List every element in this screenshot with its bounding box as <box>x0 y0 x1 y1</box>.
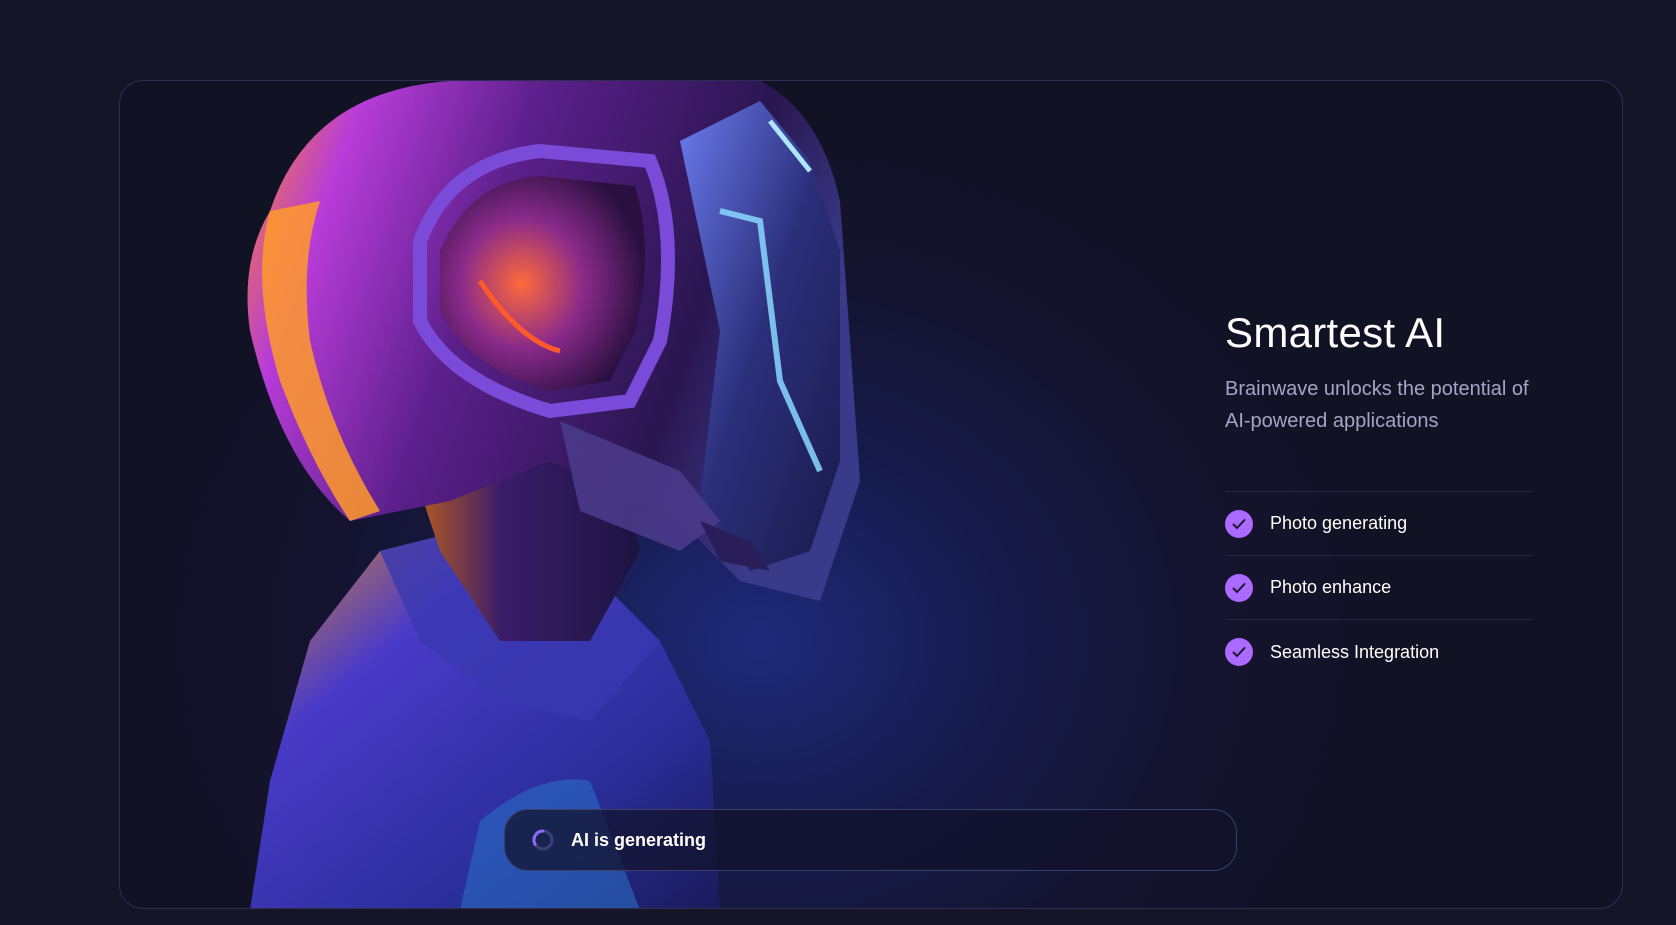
hero-card: Smartest AI Brainwave unlocks the potent… <box>119 80 1623 909</box>
ai-status-bar: AI is generating <box>504 809 1237 871</box>
features-panel: Smartest AI Brainwave unlocks the potent… <box>1225 307 1533 684</box>
check-icon <box>1225 638 1253 666</box>
page-subtitle: Brainwave unlocks the potential of AI-po… <box>1225 378 1529 432</box>
feature-label: Photo enhance <box>1270 577 1392 597</box>
check-icon <box>1225 573 1253 602</box>
page: Smartest AI Brainwave unlocks the potent… <box>0 0 1676 925</box>
loading-spinner-icon <box>532 829 554 851</box>
feature-list: Photo generating Photo enhance Seamless … <box>1225 491 1533 684</box>
feature-label: Seamless Integration <box>1270 641 1440 662</box>
feature-item-photo-generating: Photo generating <box>1225 492 1533 556</box>
feature-item-photo-enhance: Photo enhance <box>1225 556 1533 620</box>
page-title: Smartest AI <box>1225 309 1446 356</box>
robot-helmet-illustration <box>247 81 860 908</box>
feature-label: Photo generating <box>1270 513 1408 533</box>
feature-item-seamless-integration: Seamless Integration <box>1225 620 1533 684</box>
check-icon <box>1225 509 1253 538</box>
status-text: AI is generating <box>571 829 707 850</box>
